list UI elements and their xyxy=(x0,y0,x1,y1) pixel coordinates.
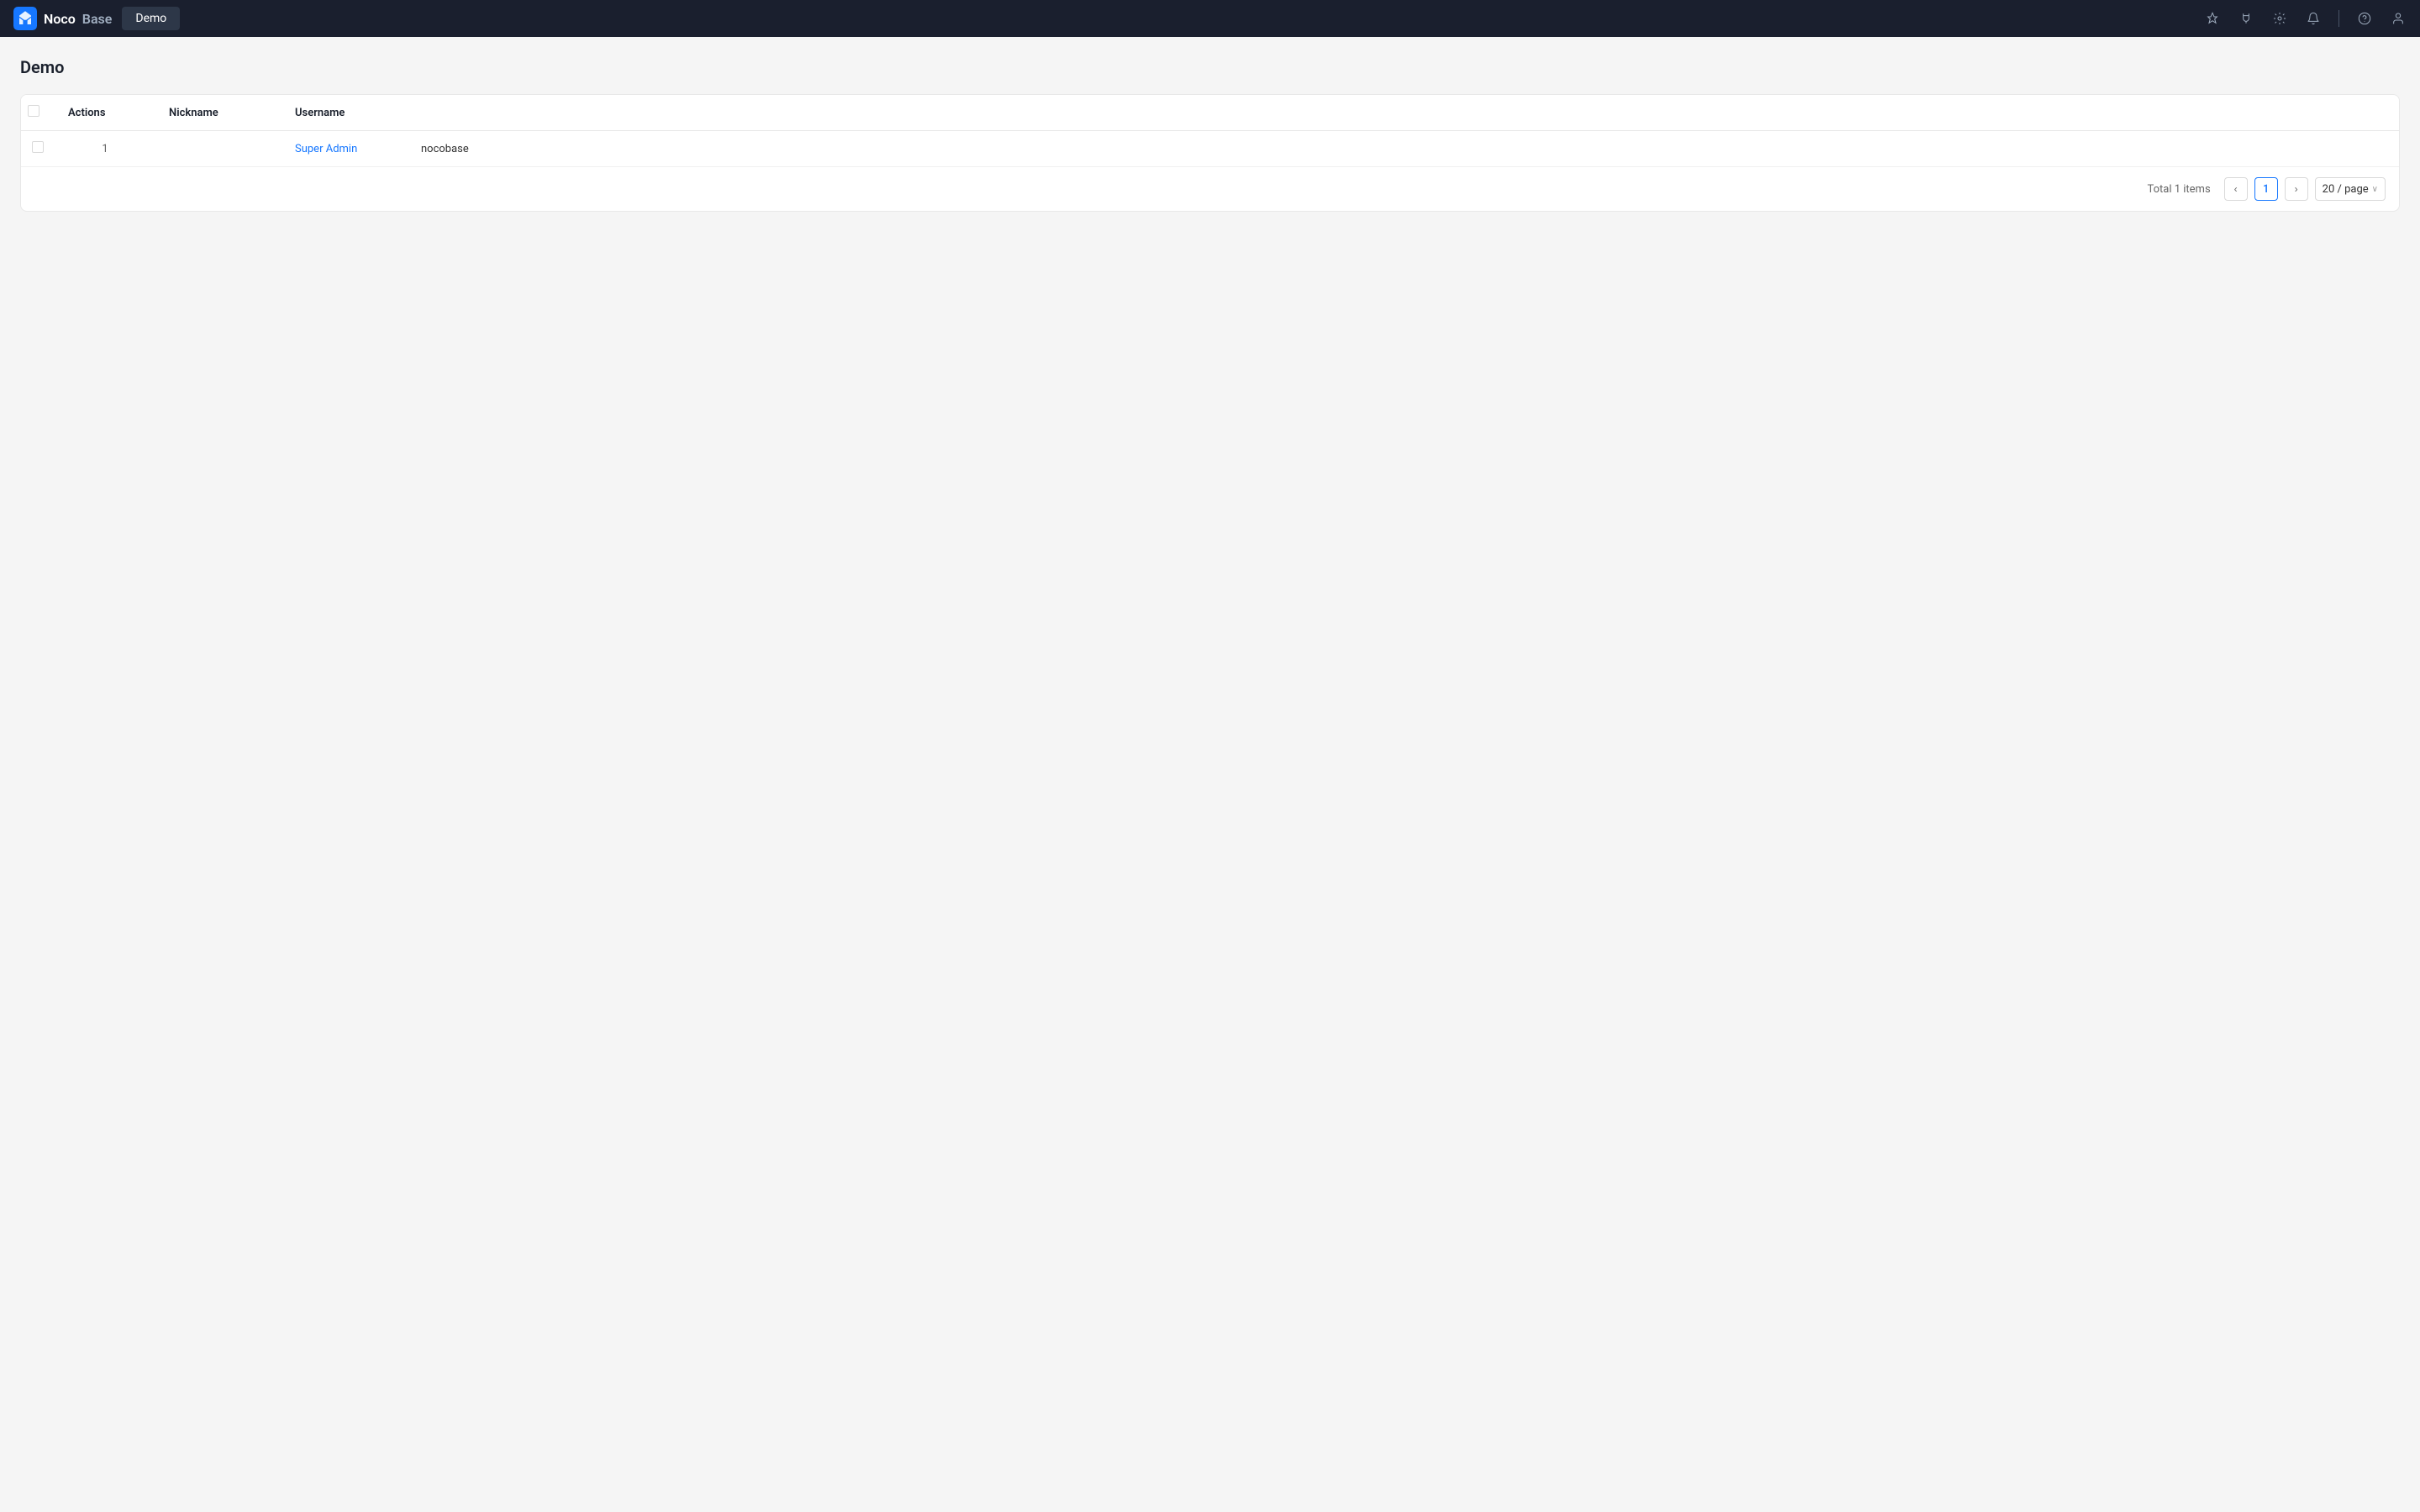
pagination-prev-button[interactable]: ‹ xyxy=(2224,177,2248,201)
user-icon[interactable] xyxy=(2390,10,2407,27)
plug-icon[interactable] xyxy=(2238,10,2254,27)
row-nickname-cell: Super Admin xyxy=(281,131,408,167)
select-all-checkbox[interactable] xyxy=(28,105,39,117)
header-right xyxy=(2204,10,2407,27)
row-actions-cell xyxy=(155,131,281,167)
pagination: Total 1 items ‹ 1 › 20 / page ∨ xyxy=(21,166,2399,211)
settings-icon[interactable] xyxy=(2271,10,2288,27)
col-header-username: Username xyxy=(281,95,408,131)
table-header-row: Actions Nickname Username xyxy=(21,95,2399,131)
row-username-cell: nocobase xyxy=(408,131,2399,167)
pagination-size-selector[interactable]: 20 / page ∨ xyxy=(2315,177,2386,201)
chevron-down-icon: ∨ xyxy=(2372,185,2378,194)
logo-text-base: Base xyxy=(82,11,113,27)
table-body: 1 Super Admin nocobase xyxy=(21,131,2399,167)
col-header-nickname: Nickname xyxy=(155,95,281,131)
main-content: Demo Actions Nickname Username 1 Super Ad… xyxy=(0,37,2420,232)
pagination-size-label: 20 / page xyxy=(2323,183,2369,196)
nav-tab-demo[interactable]: Demo xyxy=(122,7,180,30)
table-container: Actions Nickname Username 1 Super Admin no… xyxy=(20,94,2400,212)
header-divider xyxy=(2338,10,2339,27)
pin-icon[interactable] xyxy=(2204,10,2221,27)
logo[interactable]: Noco Base xyxy=(13,7,112,30)
bell-icon[interactable] xyxy=(2305,10,2322,27)
pagination-current-page[interactable]: 1 xyxy=(2254,177,2278,201)
data-table: Actions Nickname Username 1 Super Admin no… xyxy=(21,95,2399,166)
col-header-actions: Actions xyxy=(55,95,155,131)
logo-icon xyxy=(13,7,37,30)
row-checkbox[interactable] xyxy=(32,141,44,153)
nickname-value[interactable]: Super Admin xyxy=(295,143,357,155)
app-header: Noco Base Demo xyxy=(0,0,2420,37)
help-icon[interactable] xyxy=(2356,10,2373,27)
row-checkbox-cell xyxy=(21,131,55,167)
pagination-total: Total 1 items xyxy=(2147,183,2210,196)
page-title: Demo xyxy=(20,57,2400,77)
row-index-cell: 1 xyxy=(55,131,155,167)
table-row: 1 Super Admin nocobase xyxy=(21,131,2399,167)
pagination-next-button[interactable]: › xyxy=(2285,177,2308,201)
header-left: Noco Base Demo xyxy=(13,7,180,30)
logo-text-noco: Noco xyxy=(44,11,76,27)
checkbox-header-cell xyxy=(21,95,55,131)
